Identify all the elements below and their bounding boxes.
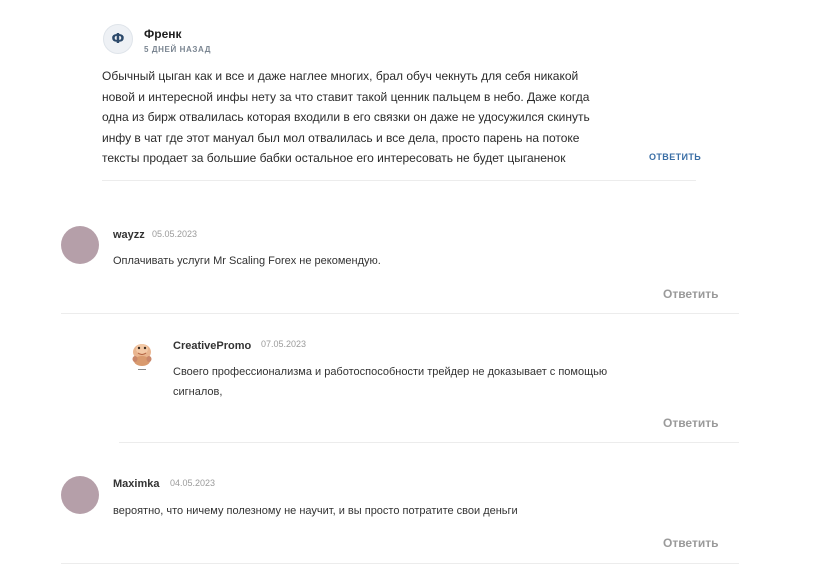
comment-date: 05.05.2023 (152, 229, 198, 239)
avatar (61, 476, 99, 514)
divider (119, 442, 739, 443)
comment-date: 5 ДНЕЙ НАЗАД (144, 45, 211, 54)
comment-text-line: Своего профессионализма и работоспособно… (173, 366, 608, 378)
reply-button[interactable]: Ответить (663, 416, 718, 430)
comment-text-line: вероятно, что ничему полезному не научит… (113, 505, 518, 517)
divider (61, 563, 739, 564)
comment-author: Френк (144, 27, 182, 41)
comment-author: wayzz (113, 229, 145, 241)
reply-button[interactable]: ОТВЕТИТЬ (649, 152, 701, 162)
comment-text-line: новой и интересной инфы нету за что став… (102, 89, 590, 104)
comment-text-line: Обычный цыган как и все и даже наглее мн… (102, 69, 579, 83)
comment-text: Своего профессионализма и работоспособно… (173, 362, 653, 402)
comment-text: Оплачивать услуги Mr Scaling Forex не ре… (113, 251, 381, 271)
comment-text-line: одна из бирж отвалилась которая входили … (102, 110, 590, 124)
comment-date: 04.05.2023 (170, 478, 216, 488)
comment-text-line: тексты продает за большие бабки остально… (102, 151, 566, 165)
cartoon-character-icon (127, 339, 157, 373)
comment-author: CreativePromo (173, 340, 252, 352)
comment-author: Maximka (113, 478, 160, 490)
comment-text-line: Оплачивать услуги Mr Scaling Forex не ре… (113, 255, 381, 267)
divider (61, 313, 739, 314)
reply-button[interactable]: Ответить (663, 287, 718, 301)
comment-date: 07.05.2023 (261, 339, 307, 349)
avatar (61, 226, 99, 264)
comment-text-line: инфу в чат где этот мануал был мол отвал… (102, 130, 580, 145)
comment-text: Обычный цыган как и все и даже наглее мн… (102, 66, 622, 169)
comment-text: вероятно, что ничему полезному не научит… (113, 501, 518, 521)
reply-button[interactable]: Ответить (663, 536, 718, 550)
divider (102, 180, 696, 181)
avatar: Ф (103, 24, 133, 54)
comment-text-line: сигналов, (173, 386, 223, 398)
